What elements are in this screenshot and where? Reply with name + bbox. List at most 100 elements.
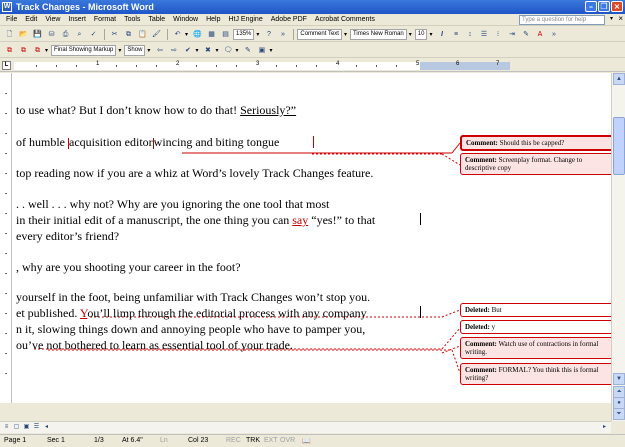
show-dropdown-icon[interactable]: ▾ — [147, 47, 150, 54]
deletion-balloon[interactable]: Deleted: y — [460, 320, 611, 334]
vertical-scrollbar[interactable]: ▲ ▼ ⏶ ● ⏷ — [611, 73, 625, 421]
document-paragraph[interactable]: n it, slowing things down and annoying p… — [16, 322, 365, 337]
horizontal-scrollbar[interactable]: ≡ ▢ ▣ ☰ ◂ ▸ — [0, 421, 611, 433]
align-center-icon[interactable]: ≡ — [450, 29, 463, 40]
numbering-icon[interactable]: ☰ — [478, 29, 491, 40]
toolbar-options-icon[interactable]: » — [548, 29, 561, 40]
spelling-status-icon[interactable]: 📖 — [302, 437, 311, 445]
toolbar-options-icon[interactable]: » — [276, 29, 289, 40]
excel-sheet-icon[interactable]: ▤ — [219, 29, 232, 40]
spelling-icon[interactable]: ✓ — [87, 29, 100, 40]
tables-borders-icon[interactable]: ▦ — [205, 29, 218, 40]
deletion-balloon[interactable]: Deleted: But — [460, 303, 611, 317]
undo-dropdown-icon[interactable]: ▾ — [185, 31, 188, 38]
style-dropdown-icon[interactable]: ▾ — [344, 31, 347, 38]
comment-dropdown-icon[interactable]: ▾ — [235, 47, 238, 54]
reviewing-pane-toggle-icon[interactable]: ▣ — [255, 45, 268, 56]
zoom-dropdown-icon[interactable]: ▾ — [256, 31, 259, 38]
hyperlink-icon[interactable]: 🌐 — [191, 29, 204, 40]
comment-balloon[interactable]: Comment: Screenplay format. Change to de… — [460, 153, 611, 175]
document-paragraph[interactable]: to use what? But I don’t know how to do … — [16, 103, 296, 118]
show-menu-button[interactable]: Show — [124, 44, 146, 56]
status-record-macro[interactable]: REC — [226, 437, 241, 444]
save-icon[interactable]: 💾 — [31, 29, 44, 40]
font-size-select[interactable]: 10 — [414, 28, 428, 40]
scroll-left-icon[interactable]: ◂ — [42, 423, 51, 432]
style-select[interactable]: Comment Text — [297, 28, 342, 40]
document-paragraph[interactable]: et published. You’ll limp through the ed… — [16, 306, 367, 321]
menu-insert[interactable]: Insert — [64, 16, 90, 23]
font-size-dropdown-icon[interactable]: ▾ — [429, 31, 432, 38]
document-paragraph[interactable]: every editor’s friend? — [16, 229, 119, 244]
menu-file[interactable]: File — [2, 16, 21, 23]
help-icon[interactable]: ? — [262, 29, 275, 40]
document-paragraph[interactable]: ou’ve not bothered to learn as essential… — [16, 338, 293, 353]
menu-table[interactable]: Table — [144, 16, 169, 23]
status-extend[interactable]: EXT — [264, 437, 278, 444]
scroll-right-icon[interactable]: ▸ — [600, 423, 609, 432]
font-select[interactable]: Times New Roman — [349, 28, 407, 40]
open-folder-icon[interactable]: 📂 — [17, 29, 30, 40]
document-paragraph[interactable]: top reading now if you are a whiz at Wor… — [16, 166, 373, 181]
word-app-icon[interactable]: W — [2, 2, 12, 12]
reject-dropdown-icon[interactable]: ▾ — [215, 47, 218, 54]
document-page[interactable]: to use what? But I don’t know how to do … — [12, 73, 611, 403]
scroll-thumb[interactable] — [613, 117, 625, 175]
font-dropdown-icon[interactable]: ▾ — [409, 31, 412, 38]
toolbar-options-icon[interactable]: ▾ — [269, 47, 272, 54]
new-document-icon[interactable]: 🗋 — [3, 29, 16, 40]
permission-icon[interactable]: ⛁ — [45, 29, 58, 40]
reject-change-icon[interactable]: ✖ — [201, 45, 214, 56]
copy-icon[interactable]: ⧉ — [122, 29, 135, 40]
highlight-changes-icon[interactable]: ✎ — [241, 45, 254, 56]
undo-icon[interactable]: ↶ — [171, 29, 184, 40]
paste-icon[interactable]: 📋 — [136, 29, 149, 40]
format-painter-icon[interactable]: 🖌 — [150, 29, 163, 40]
increase-indent-icon[interactable]: ⇥ — [506, 29, 519, 40]
print-layout-icon[interactable]: ▣ — [22, 423, 31, 432]
insert-comment-icon[interactable]: 🗨 — [221, 45, 234, 56]
print-icon[interactable]: ⎙ — [59, 29, 72, 40]
menu-tools[interactable]: Tools — [120, 16, 144, 23]
vertical-ruler[interactable] — [0, 73, 12, 403]
tab-selector-icon[interactable]: L — [2, 61, 11, 70]
menu-format[interactable]: Format — [90, 16, 120, 23]
document-paragraph[interactable]: , why are you shooting your career in th… — [16, 260, 241, 275]
display-dropdown-icon[interactable]: ▾ — [118, 47, 121, 54]
cut-icon[interactable]: ✂ — [108, 29, 121, 40]
menu-window[interactable]: Window — [169, 16, 202, 23]
status-track-changes[interactable]: TRK — [246, 437, 260, 444]
line-spacing-icon[interactable]: ↕ — [464, 29, 477, 40]
document-paragraph[interactable]: . . well . . . why not? Why are you igno… — [16, 197, 329, 212]
web-layout-icon[interactable]: ▢ — [12, 423, 21, 432]
menu-edit[interactable]: Edit — [21, 16, 41, 23]
document-paragraph[interactable]: yourself in the foot, being unfamiliar w… — [16, 290, 370, 305]
previous-change-icon[interactable]: ⇦ — [153, 45, 166, 56]
document-close-icon[interactable]: × — [618, 14, 623, 23]
next-page-icon[interactable]: ⏷ — [613, 408, 625, 420]
help-search-input[interactable]: Type a question for help — [519, 15, 605, 25]
status-overtype[interactable]: OVR — [280, 437, 295, 444]
outline-view-icon[interactable]: ☰ — [32, 423, 41, 432]
document-paragraph[interactable]: in their initial edit of a manuscript, t… — [16, 213, 375, 228]
highlight-icon[interactable]: ✎ — [520, 29, 533, 40]
bullets-icon[interactable]: ⁝ — [492, 29, 505, 40]
print-preview-icon[interactable]: ⌕ — [73, 29, 86, 40]
horizontal-ruler[interactable]: L 1 2 3 4 5 6 7 — [0, 60, 625, 72]
scroll-down-icon[interactable]: ▼ — [613, 373, 625, 385]
accept-dropdown-icon[interactable]: ▾ — [195, 47, 198, 54]
restore-icon[interactable]: ❐ — [598, 1, 610, 12]
toolbar-dropdown-icon[interactable]: ▾ — [45, 47, 48, 54]
italic-button[interactable]: I — [436, 29, 449, 40]
help-dropdown-icon[interactable]: ▾ — [610, 15, 613, 22]
comment-balloon[interactable]: Comment: Watch use of contractions in fo… — [460, 337, 611, 359]
zoom-select[interactable]: 135% — [233, 28, 255, 40]
comment-balloon[interactable]: Comment: Should this be capped? — [460, 135, 611, 151]
display-for-review-select[interactable]: Final Showing Markup — [51, 44, 117, 56]
new-comment-icon[interactable]: ⧉ — [31, 45, 44, 56]
menu-view[interactable]: View — [41, 16, 64, 23]
document-paragraph[interactable]: of humble acquisition editorwincing and … — [16, 135, 279, 150]
scroll-up-icon[interactable]: ▲ — [613, 73, 625, 85]
next-change-icon[interactable]: ⇨ — [167, 45, 180, 56]
reviewing-pane-icon[interactable]: ⧉ — [3, 45, 16, 56]
